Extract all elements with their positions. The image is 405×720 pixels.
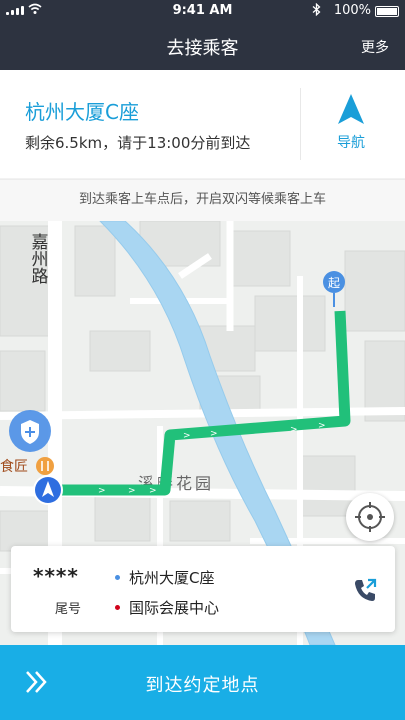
pickup-tip: 到达乘客上车点后，开启双闪等候乘客上车 xyxy=(0,179,405,221)
more-button[interactable]: 更多 xyxy=(361,37,389,57)
page-title: 去接乘客 xyxy=(166,38,239,59)
tail-number-label: 尾号 xyxy=(55,602,82,617)
passenger-card: **** 尾号 杭州大厦C座 国际会展中心 xyxy=(11,546,395,632)
locate-button[interactable] xyxy=(346,493,394,541)
bluetooth-icon xyxy=(312,2,321,19)
poi-label: 食匠 xyxy=(0,458,28,475)
to-dot xyxy=(115,605,120,610)
svg-text:>: > xyxy=(98,486,106,496)
navigate-label: 导航 xyxy=(337,135,365,151)
arrive-label: 到达约定地点 xyxy=(145,675,260,696)
from-dot xyxy=(115,575,120,580)
navigate-button[interactable]: 导航 xyxy=(318,92,384,156)
pickup-address: 杭州大厦C座 xyxy=(129,569,215,587)
destination-card: 杭州大厦C座 剩余6.5km，请于13:00分前到达 导航 xyxy=(0,70,405,178)
svg-text:>: > xyxy=(318,421,326,431)
dropoff-address: 国际会展中心 xyxy=(129,599,220,617)
battery-icon xyxy=(375,6,399,17)
start-marker: 起 xyxy=(323,271,345,307)
restaurant-icon xyxy=(36,457,54,475)
target-icon xyxy=(355,502,385,532)
shield-icon[interactable] xyxy=(9,410,51,452)
start-marker-label: 起 xyxy=(328,276,340,290)
nav-bar: 去接乘客 更多 xyxy=(0,22,405,70)
phone-icon xyxy=(355,578,377,601)
svg-text:>: > xyxy=(149,486,157,496)
destination-name: 杭州大厦C座 xyxy=(25,100,139,124)
status-bar: 9:41 AM 100% xyxy=(0,0,405,22)
svg-text:>: > xyxy=(183,431,191,441)
destination-info: 剩余6.5km，请于13:00分前到达 xyxy=(25,134,251,152)
navigation-arrow-icon xyxy=(338,94,364,124)
svg-text:>: > xyxy=(290,425,298,435)
street-label: 嘉州路 xyxy=(29,233,49,284)
battery-percent: 100% xyxy=(333,3,371,18)
current-location-icon xyxy=(33,475,63,505)
masked-phone: **** xyxy=(33,564,79,588)
divider xyxy=(300,88,301,160)
svg-text:>: > xyxy=(128,486,136,496)
arrive-button[interactable]: 到达约定地点 xyxy=(0,645,405,720)
call-button[interactable] xyxy=(351,576,379,604)
svg-text:>: > xyxy=(210,429,218,439)
